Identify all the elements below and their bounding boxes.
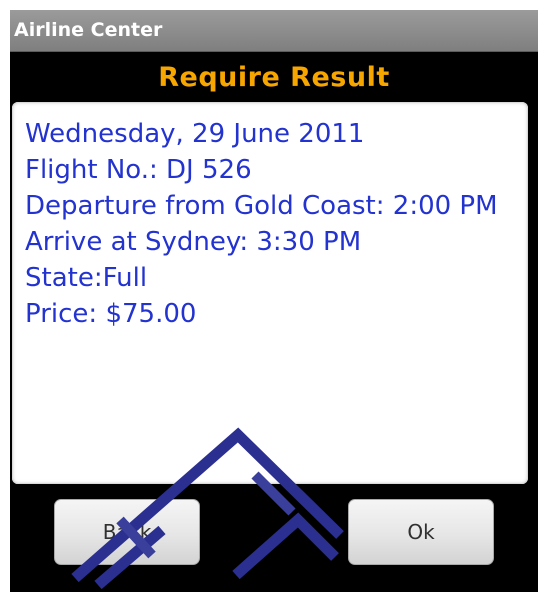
result-flight-number: Flight No.: DJ 526 (25, 155, 252, 185)
result-price: Price: $75.00 (25, 299, 197, 329)
result-state: State:Full (25, 263, 148, 293)
result-arrival: Arrive at Sydney: 3:30 PM (25, 227, 362, 257)
result-text: Wednesday, 29 June 2011 Flight No.: DJ 5… (25, 116, 514, 332)
result-departure: Departure from Gold Coast: 2:00 PM (25, 191, 498, 221)
page-title: Require Result (158, 62, 390, 93)
app-screen: Airline Center Require Result Wednesday,… (10, 10, 538, 592)
back-button[interactable]: Back (54, 499, 200, 565)
app-title: Airline Center (14, 19, 163, 41)
result-panel: Wednesday, 29 June 2011 Flight No.: DJ 5… (12, 102, 528, 484)
ok-button[interactable]: Ok (348, 499, 494, 565)
title-bar: Airline Center (10, 10, 538, 52)
result-date: Wednesday, 29 June 2011 (25, 119, 365, 149)
